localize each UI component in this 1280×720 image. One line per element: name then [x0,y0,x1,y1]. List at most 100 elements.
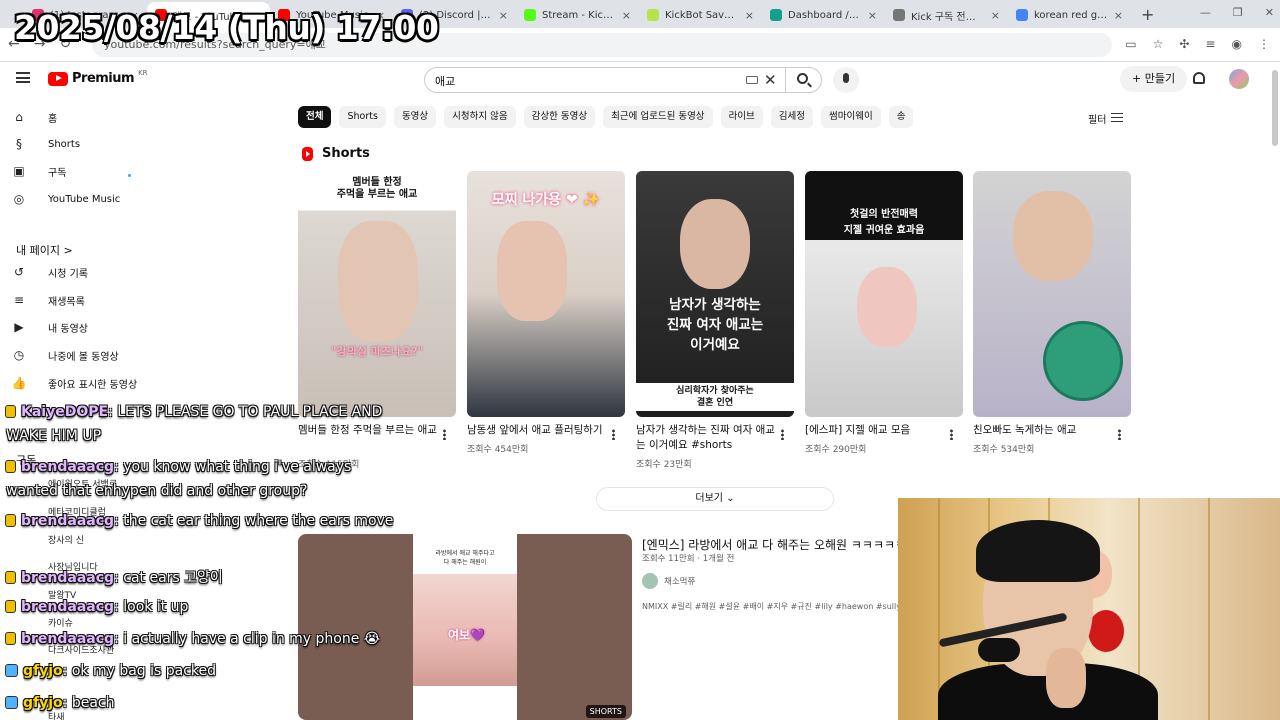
profile-icon[interactable]: ◉ [1232,37,1242,51]
sidebar-item[interactable]: ◎ YouTube Music [12,188,121,210]
subscription-item[interactable]: 타새 [48,710,65,720]
video-thumbnail[interactable]: 라방에서 애교 해주다고 다 해주는 해원이 여보💜 SHORTS [298,534,632,720]
browser-tab[interactable]: Stream - Kick Dashb × [516,2,639,28]
browser-tab[interactable]: KickBot Saved Widg × [639,2,762,28]
filter-chip[interactable]: 전체 [298,106,332,128]
tab-title: KickBot Saved Widg [665,9,739,21]
sidebar-item[interactable]: ▣ 구독 [12,160,66,182]
sidebar-item[interactable]: § Shorts [12,133,80,155]
filter-label[interactable]: 필터 [1088,111,1106,126]
filter-chip[interactable]: 시청하지 않음 [444,106,516,128]
short-thumbnail[interactable]: 모찌 나가용 ❤ ✨ [467,171,625,417]
close-tab-icon[interactable]: × [868,9,877,22]
search-input[interactable]: 애교 [435,73,455,89]
short-thumbnail[interactable]: 첫걸의 반전매력 지젤 귀여운 효과음 [805,171,963,417]
sidebar-item[interactable]: ↺ 시청 기록 [12,261,88,283]
filter-chip[interactable]: 송 [888,106,914,128]
browser-menu-icon[interactable]: ⋮ [1258,37,1270,51]
bookmark-star-icon[interactable]: ☆ [1153,37,1164,51]
close-tab-icon[interactable]: × [499,9,508,22]
keyboard-icon[interactable] [746,76,758,84]
browser-tab[interactable]: Dashboard / Stream × [762,2,885,28]
close-tab-icon[interactable]: × [745,9,754,22]
sidebar-section-you[interactable]: 내 페이지 > [16,242,73,258]
video-title[interactable]: [엔믹스] 라방에서 애교 다 해주는 오해원 ㅋㅋㅋㅋㅋ [642,536,906,553]
clear-search-icon[interactable]: ✕ [764,71,777,89]
short-thumbnail[interactable] [973,171,1131,417]
chat-username: brendaaacg [21,599,115,615]
create-button[interactable]: + 만들기 [1120,66,1188,92]
subscriber-badge-icon [6,633,15,644]
sidebar-item[interactable]: ⌂ 홈 [12,106,57,128]
browser-tab[interactable]: korean red ginseng × [1008,2,1131,28]
short-card[interactable]: 모찌 나가용 ❤ ✨ 남동생 앞에서 애교 플러팅하기조회수 454만회 [467,171,625,455]
more-actions-icon[interactable] [950,429,953,440]
filter-chip[interactable]: 썸마이웨이 [821,106,881,128]
new-tab-button[interactable]: + [1131,5,1164,28]
sidebar-item-label: 좋아요 표시한 동영상 [48,379,138,391]
streamer-hand [1046,648,1086,708]
thumbnail-photo [680,199,750,289]
filter-chip[interactable]: 라이브 [720,106,763,128]
more-actions-icon[interactable] [443,429,446,440]
close-window-icon[interactable]: ✕ [1265,6,1274,19]
short-views: 조회수 454만회 [467,445,529,455]
short-title[interactable]: 친오빠도 녹게하는 애교 [973,423,1113,438]
sidebar-item[interactable]: 👍 좋아요 표시한 동영상 [12,372,138,394]
hamburger-menu-icon[interactable] [16,72,30,83]
short-card[interactable]: 첫걸의 반전매력 지젤 귀여운 효과음 [에스파] 지젤 애교 모음 조회수 290… [805,171,963,455]
short-title[interactable]: 멤버들 한정 주먹을 부르는 애교 [298,423,438,438]
short-thumbnail[interactable]: 남자가 생각하는 진짜 여자 애교는 이거예요 심리학자가 찾아주는 결혼 인연 [636,171,794,417]
filter-chip[interactable]: 감상한 동영상 [523,106,596,128]
sidebar-item[interactable]: ≡ 재생목록 [12,289,85,311]
voice-search-icon[interactable] [833,67,859,93]
video-channel[interactable]: 채소먹쮸 [642,573,695,589]
avatar[interactable] [1229,69,1249,89]
show-more-button[interactable]: 더보기 ⌄ [596,487,834,511]
subscription-item[interactable]: 카이슈 [48,616,73,629]
close-tab-icon[interactable]: × [991,9,1000,22]
chat-message: brendaaacg: i actually have a clip in my… [6,631,380,647]
close-tab-icon[interactable]: × [622,9,631,22]
tab-search-icon[interactable]: ≡ [1205,37,1215,51]
video-tags: NMIXX #릴리 #해원 #설윤 #배이 #지우 #규진 #lily #hae… [642,602,940,611]
thumbnail-text: 라방에서 애교 해주다고 다 해주는 해원이 [435,550,495,566]
channel-avatar[interactable] [642,573,658,589]
filter-chip[interactable]: 최근에 업로드된 동영상 [603,106,713,128]
search-box[interactable]: 애교 ✕ [424,67,822,93]
webcam-overlay [898,498,1280,720]
cast-icon[interactable]: ▭ [1125,37,1136,51]
filter-chip[interactable]: 동영상 [393,106,437,128]
more-actions-icon[interactable] [612,429,615,440]
history-icon: ↺ [13,265,25,279]
youtube-premium-logo[interactable]: Premium KR [48,69,148,86]
subscription-item[interactable]: 장사의 신 [48,533,84,546]
thumbnail-subtitle: 심리학자가 찾아주는 결혼 인연 [636,383,794,411]
short-card[interactable]: 남자가 생각하는 진짜 여자 애교는 이거예요 심리학자가 찾아주는 결혼 인연남… [636,171,794,470]
channel-name[interactable]: 채소먹쮸 [664,575,695,587]
short-card[interactable]: 멤버들 한정 주먹을 부르는 애교 "강의실 마즈나요?" 멤버들 한정 주먹을 부… [298,171,456,470]
more-actions-icon[interactable] [1118,429,1121,440]
extensions-icon[interactable]: ✣ [1179,37,1189,51]
short-card[interactable]: 친오빠도 녹게하는 애교 조회수 534만회 [973,171,1131,455]
short-title[interactable]: 남동생 앞에서 애교 플러팅하기 [467,423,607,438]
sidebar-item-label: 시청 기록 [48,268,88,280]
sidebar-item[interactable]: ▶ 내 동영상 [12,316,88,338]
filter-chip[interactable]: 김세정 [770,106,814,128]
subscriber-badge-icon [6,515,15,526]
filter-sliders-icon[interactable] [1111,113,1123,122]
page-scrollbar[interactable] [1272,70,1278,146]
search-icon[interactable] [797,73,808,84]
minimize-icon[interactable]: — [1200,6,1211,19]
thumbnail-photo [1013,191,1093,281]
browser-tab[interactable]: Kick 구독 전환 방법 × [885,2,1008,28]
short-title[interactable]: 남자가 생각하는 진짜 여자 애교는 이거예요 #shorts [636,423,776,453]
short-thumbnail[interactable]: 멤버들 한정 주먹을 부르는 애교 "강의실 마즈나요?" [298,171,456,417]
more-actions-icon[interactable] [781,429,784,440]
short-title[interactable]: [에스파] 지젤 애교 모음 [805,423,945,438]
sidebar-item[interactable]: ◷ 나중에 볼 동영상 [12,344,119,366]
maximize-icon[interactable]: ❐ [1233,6,1243,19]
filter-chip[interactable]: Shorts [339,106,386,128]
notifications-bell-icon[interactable] [1193,72,1205,84]
close-tab-icon[interactable]: × [1114,9,1123,22]
